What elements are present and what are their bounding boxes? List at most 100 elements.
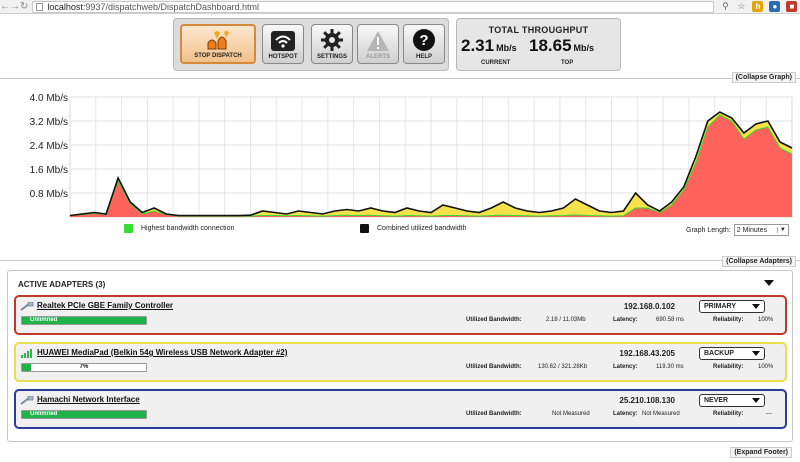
- graph-length-control: Graph Length: 2 Minutes ▼: [686, 224, 789, 236]
- top-label: TOP: [561, 60, 574, 66]
- current-throughput-unit: Mb/s: [496, 43, 517, 53]
- adapter-mode-value: NEVER: [704, 397, 729, 404]
- alerts-label: ALERTS: [366, 54, 390, 60]
- y-tick-label: 1.6 Mb/s: [30, 165, 68, 176]
- hotspot-button[interactable]: HOTSPOT: [262, 24, 304, 64]
- adapter-mode-select[interactable]: NEVER: [699, 394, 765, 407]
- bandwidth-value: Not Measured: [552, 411, 590, 417]
- top-throughput: 18.65 Mb/s: [529, 36, 594, 56]
- adapters-title: ACTIVE ADAPTERS (3): [18, 280, 106, 289]
- url-path: :9937/dispatchweb/DispatchDashboard.html: [82, 1, 260, 12]
- settings-label: SETTINGS: [316, 54, 347, 60]
- bandwidth-graph: 4.0 Mb/s 3.2 Mb/s 2.4 Mb/s 1.6 Mb/s 0.8 Mb/s: [30, 93, 793, 218]
- graph-length-label: Graph Length:: [686, 226, 731, 234]
- ethernet-cable-icon: [20, 302, 34, 311]
- adapters-panel: ACTIVE ADAPTERS (3) Realtek PCIe GBE Fam…: [7, 270, 793, 442]
- legend-highest-swatch: [124, 224, 133, 233]
- y-tick-label: 2.4 Mb/s: [30, 141, 68, 152]
- reliability-label: Reliability:: [713, 411, 744, 417]
- collapse-graph-link[interactable]: (Collapse Graph): [731, 72, 796, 83]
- forward-icon[interactable]: →: [10, 0, 20, 13]
- graph-length-select[interactable]: 2 Minutes ▼: [733, 224, 789, 236]
- bandwidth-value: 2.18 / 11.03Mb: [546, 317, 586, 323]
- chevron-down-icon: ▼: [776, 227, 786, 233]
- y-tick-label: 4.0 Mb/s: [30, 93, 68, 104]
- url-host: localhost: [47, 1, 83, 12]
- expand-footer-link[interactable]: (Expand Footer): [730, 447, 792, 458]
- search-icon[interactable]: ⚲: [720, 1, 730, 12]
- reliability-value: 100%: [758, 317, 774, 323]
- latency-value: Not Measured: [642, 411, 680, 417]
- reliability-value: ---: [766, 411, 772, 417]
- adapter-ip: 25.210.108.130: [619, 396, 675, 405]
- address-bar[interactable]: localhost:9937/dispatchweb/DispatchDashb…: [32, 0, 715, 13]
- current-throughput: 2.31 Mb/s: [461, 36, 517, 56]
- throughput-panel: TOTAL THROUGHPUT 2.31 Mb/s CURRENT 18.65 M…: [456, 18, 621, 71]
- latency-label: Latency:: [613, 411, 638, 417]
- legend-combined: Combined utilized bandwidth: [360, 224, 467, 233]
- graph-length-value: 2 Minutes: [736, 226, 768, 234]
- back-icon[interactable]: ←: [0, 0, 10, 13]
- help-label: HELP: [415, 54, 432, 60]
- bar-text: Unlimited: [30, 317, 58, 323]
- top-throughput-unit: Mb/s: [573, 43, 595, 53]
- help-button[interactable]: ? HELP: [403, 24, 445, 64]
- hotspot-label: HOTSPOT: [268, 54, 298, 60]
- latency-label: Latency:: [613, 317, 638, 323]
- top-throughput-value: 18.65: [529, 36, 572, 55]
- adapter-ip: 192.168.0.102: [623, 302, 675, 311]
- chevron-down-icon: [752, 351, 760, 356]
- adapter-mode-select[interactable]: PRIMARY: [699, 300, 765, 313]
- bandwidth-label: Utilized Bandwidth:: [466, 411, 522, 417]
- extension-icon[interactable]: h: [752, 1, 764, 12]
- y-tick-label: 3.2 Mb/s: [30, 117, 68, 128]
- y-tick-label: 0.8 Mb/s: [30, 189, 68, 200]
- svg-text:?: ?: [419, 32, 428, 49]
- latency-value: 690.58 ms: [656, 317, 685, 323]
- collapse-adapters-link[interactable]: (Collapse Adapters): [722, 256, 796, 267]
- wifi-icon: [271, 31, 295, 51]
- adapters-divider: [0, 260, 800, 261]
- chevron-down-icon: [752, 398, 760, 403]
- adapter-bandwidth-bar: Unlimited: [21, 316, 147, 325]
- chevron-down-icon: [752, 304, 760, 309]
- signal-strength-icon: [21, 349, 32, 358]
- bandwidth-label: Utilized Bandwidth:: [466, 317, 522, 323]
- latency-value: 119.30 ms: [656, 364, 684, 370]
- page-icon: [36, 2, 44, 11]
- extension-icon-2[interactable]: ●: [769, 1, 781, 12]
- legend-combined-swatch: [360, 224, 369, 233]
- alert-icon: [367, 31, 389, 51]
- alerts-button[interactable]: ALERTS: [357, 24, 399, 64]
- star-icon[interactable]: ☆: [736, 1, 746, 12]
- adapter-mode-select[interactable]: BACKUP: [699, 347, 765, 360]
- control-toolbar: STOP DISPATCH HOTSPOT SETTINGS ALERTS ? …: [173, 18, 449, 71]
- adapter-name[interactable]: Realtek PCIe GBE Family Controller: [37, 301, 173, 310]
- browser-bar: ← → ↻ localhost:9937/dispatchweb/Dispatc…: [0, 0, 800, 14]
- throughput-title: TOTAL THROUGHPUT: [488, 25, 589, 35]
- reliability-value: 100%: [758, 364, 774, 370]
- adapter-name[interactable]: HUAWEI MediaPad (Belkin 54g Wireless USB…: [37, 348, 287, 357]
- stop-dispatch-icon: [207, 30, 229, 50]
- bandwidth-label: Utilized Bandwidth:: [466, 364, 522, 370]
- adapter-ip: 192.168.43.205: [619, 349, 675, 358]
- adapter-name[interactable]: Hamachi Network Interface: [37, 395, 140, 404]
- adapters-toggle-icon[interactable]: [764, 280, 774, 286]
- adapter-card-huawei: HUAWEI MediaPad (Belkin 54g Wireless USB…: [14, 342, 787, 382]
- graph-divider: [0, 78, 800, 79]
- help-icon: ?: [413, 29, 435, 51]
- adapter-bandwidth-bar: Unlimited: [21, 410, 147, 419]
- adapter-mode-value: PRIMARY: [704, 303, 737, 310]
- settings-button[interactable]: SETTINGS: [311, 24, 353, 64]
- legend-highest: Highest bandwidth connection: [124, 224, 234, 233]
- bar-text: Unlimited: [30, 411, 58, 417]
- stop-dispatch-button[interactable]: STOP DISPATCH: [180, 24, 256, 64]
- reload-icon[interactable]: ↻: [20, 0, 28, 13]
- legend-combined-label: Combined utilized bandwidth: [377, 225, 467, 232]
- reliability-label: Reliability:: [713, 364, 744, 370]
- gear-icon: [321, 29, 343, 51]
- extension-icon-3[interactable]: ■: [786, 1, 798, 12]
- ethernet-cable-icon: [20, 396, 34, 405]
- adapter-card-realtek: Realtek PCIe GBE Family Controller 192.1…: [14, 295, 787, 335]
- stop-dispatch-label: STOP DISPATCH: [194, 53, 242, 59]
